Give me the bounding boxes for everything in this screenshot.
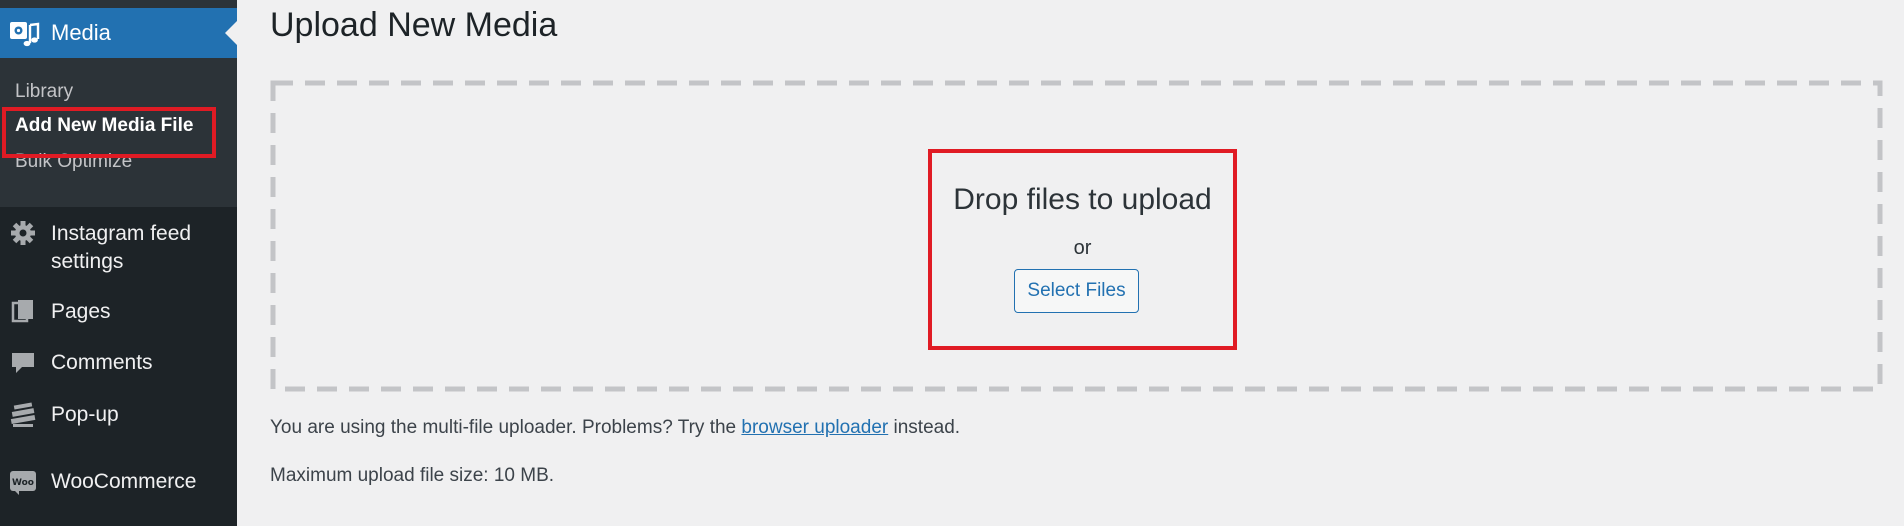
or-text: or bbox=[1073, 237, 1092, 259]
submenu-item-library[interactable]: Library bbox=[15, 82, 73, 102]
uploader-note-text: You are using the multi-file uploader. P… bbox=[270, 417, 742, 438]
woocommerce-icon: Woo bbox=[10, 471, 36, 495]
sidebar-item-label: Instagram feed bbox=[51, 222, 192, 245]
page-title: Upload New Media bbox=[270, 6, 558, 44]
sidebar-item-label: Media bbox=[51, 20, 111, 45]
woocommerce-icon-text: Woo bbox=[12, 478, 34, 488]
sidebar-item-popup[interactable]: Pop-up bbox=[0, 401, 237, 433]
current-menu-arrow bbox=[225, 21, 237, 45]
uploader-note: You are using the multi-file uploader. P… bbox=[270, 416, 960, 440]
sidebar-item-label: Pop-up bbox=[51, 403, 119, 426]
uploader-note-text-end: instead. bbox=[888, 417, 961, 438]
media-icon bbox=[10, 22, 40, 47]
comments-icon bbox=[12, 353, 34, 373]
sidebar-item-label: settings bbox=[51, 250, 124, 273]
drop-heading: Drop files to upload bbox=[953, 183, 1212, 216]
sidebar-item-woocommerce[interactable]: Woo WooCommerce bbox=[0, 468, 237, 500]
sidebar-item-media[interactable]: Media bbox=[0, 8, 237, 58]
sidebar-item-label: Comments bbox=[51, 351, 153, 374]
select-files-button[interactable]: Select Files bbox=[1014, 269, 1139, 313]
sidebar-item-label: WooCommerce bbox=[51, 470, 197, 493]
pages-icon bbox=[11, 300, 33, 323]
gear-icon bbox=[11, 221, 35, 245]
sidebar-item-pages[interactable]: Pages bbox=[0, 298, 237, 330]
browser-uploader-link[interactable]: browser uploader bbox=[741, 417, 888, 438]
max-upload-size: Maximum upload file size: 10 MB. bbox=[270, 465, 555, 486]
admin-sidebar: Media Library Add New Media File Bulk Op… bbox=[0, 0, 237, 526]
sidebar-item-instagram-feed[interactable]: Instagram feed settings bbox=[0, 215, 237, 279]
popup-icon bbox=[10, 402, 36, 427]
sidebar-item-label: Pages bbox=[51, 300, 111, 323]
highlight-box bbox=[2, 107, 216, 158]
sidebar-top-strip bbox=[0, 0, 237, 8]
sidebar-item-comments[interactable]: Comments bbox=[0, 349, 237, 381]
